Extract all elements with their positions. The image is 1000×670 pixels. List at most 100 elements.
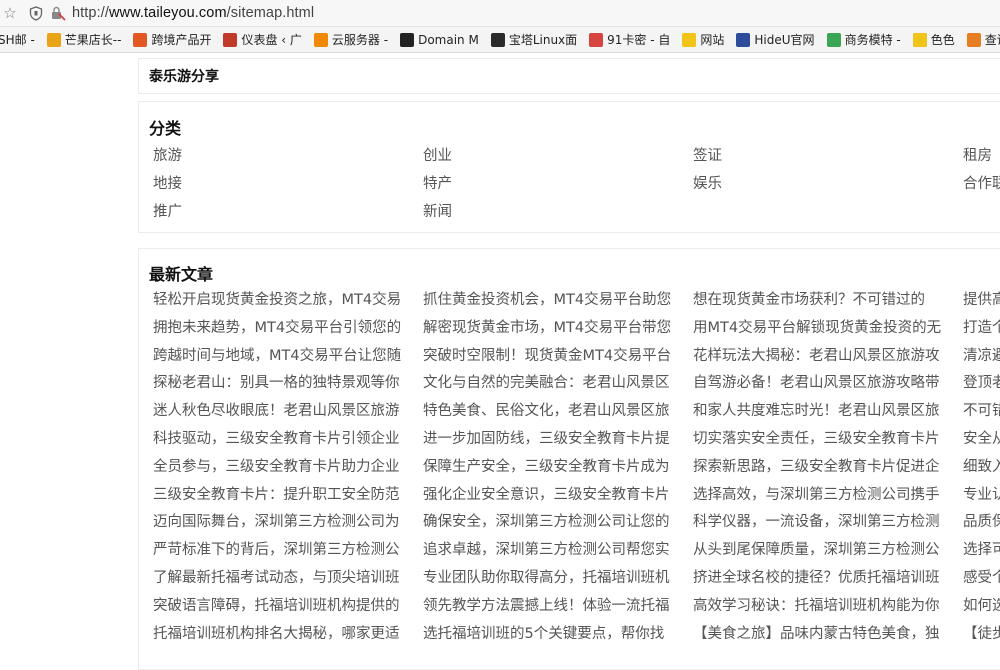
article-link[interactable]: 清凉避 xyxy=(963,345,1000,367)
categories-title: 分类 xyxy=(149,119,182,138)
article-link[interactable]: 不可错 xyxy=(963,400,1000,422)
category-link[interactable]: 签证 xyxy=(693,144,722,165)
article-link[interactable]: 提供高 xyxy=(963,289,1000,311)
bookmark-item[interactable]: 云服务器 - xyxy=(312,27,390,52)
article-link[interactable]: 科技驱动，三级安全教育卡片引领企业 xyxy=(153,428,415,450)
article-link[interactable]: 托福培训班机构排名大揭秘，哪家更适 xyxy=(153,623,415,645)
category-link[interactable]: 合作联 xyxy=(963,172,1000,193)
article-link[interactable]: 三级安全教育卡片：提升职工安全防范 xyxy=(153,484,415,506)
article-link[interactable]: 登顶老 xyxy=(963,372,1000,394)
categories-panel: 分类 旅游 创业 签证 租房地接 特产 娱乐 合作联推广 新闻 xyxy=(138,101,1000,233)
article-link[interactable]: 科学仪器，一流设备，深圳第三方检测 xyxy=(693,511,955,533)
article-link[interactable]: 和家人共度难忘时光！老君山风景区旅 xyxy=(693,400,955,422)
bookmark-item[interactable]: 网站 xyxy=(680,27,726,52)
article-link[interactable]: 自驾游必备！老君山风景区旅游攻略带 xyxy=(693,372,955,394)
category-link[interactable]: 推广 xyxy=(153,200,182,221)
article-link[interactable]: 追求卓越，深圳第三方检测公司帮您实 xyxy=(423,539,685,561)
article-link[interactable]: 专业团队助你取得高分，托福培训班机 xyxy=(423,567,685,589)
article-link[interactable]: 安全从 xyxy=(963,428,1000,450)
site-header: 泰乐游分享 xyxy=(138,58,1000,94)
bookmark-star-icon[interactable]: ☆ xyxy=(2,3,18,23)
bookmark-item[interactable]: 查询域 xyxy=(965,27,1000,52)
article-link[interactable]: 选择高效，与深圳第三方检测公司携手 xyxy=(693,484,955,506)
bookmarks-bar: SH邮 - 芒果店长-- 跨境产品开 仪表盘 ‹ 广 云服务器 - Domain M 宝塔L… xyxy=(0,27,1000,53)
bookmark-item[interactable]: 商务模特 - xyxy=(825,27,903,52)
shield-icon[interactable] xyxy=(28,3,44,23)
bookmark-item[interactable]: 仪表盘 ‹ 广 xyxy=(221,27,303,52)
category-link[interactable]: 创业 xyxy=(423,144,452,165)
bookmark-item[interactable]: 芒果店长-- xyxy=(45,27,124,52)
bookmark-label: 云服务器 - xyxy=(331,33,389,47)
article-link[interactable]: 强化企业安全意识，三级安全教育卡片 xyxy=(423,484,685,506)
article-link[interactable]: 细致入 xyxy=(963,456,1000,478)
bookmark-label: 芒果店长-- xyxy=(64,33,122,47)
article-link[interactable]: 保障生产安全，三级安全教育卡片成为 xyxy=(423,456,685,478)
bookmark-item[interactable]: 宝塔Linux面 xyxy=(489,27,579,52)
article-link[interactable]: 打造个 xyxy=(963,317,1000,339)
article-link[interactable]: 突破时空限制！现货黄金MT4交易平台 xyxy=(423,345,685,367)
bt-icon xyxy=(490,32,505,47)
mango-icon xyxy=(46,32,61,47)
bookmark-item[interactable]: 91卡密 - 自 xyxy=(587,27,672,52)
article-link[interactable]: 跨越时间与地域，MT4交易平台让您随 xyxy=(153,345,415,367)
g-icon xyxy=(400,32,415,47)
article-link[interactable]: 选托福培训班的5个关键要点，帮你找 xyxy=(423,623,685,645)
article-link[interactable]: 品质保 xyxy=(963,511,1000,533)
article-link[interactable]: 进一步加固防线，三级安全教育卡片提 xyxy=(423,428,685,450)
bookmark-item[interactable]: HideU官网 xyxy=(734,27,816,52)
article-link[interactable]: 【徒步 xyxy=(963,623,1000,645)
card-icon xyxy=(589,32,604,47)
article-link[interactable]: 探索新思路，三级安全教育卡片促进企 xyxy=(693,456,955,478)
article-link[interactable]: 【美食之旅】品味内蒙古特色美食，独 xyxy=(693,623,955,645)
article-link[interactable]: 想在现货黄金市场获利？不可错过的 xyxy=(693,289,955,311)
article-link[interactable]: 领先教学方法震撼上线！体验一流托福 xyxy=(423,595,685,617)
article-link[interactable]: 切实落实安全责任，三级安全教育卡片 xyxy=(693,428,955,450)
category-link[interactable]: 租房 xyxy=(963,144,992,165)
article-link[interactable]: 感受个 xyxy=(963,567,1000,589)
article-link[interactable]: 专业认 xyxy=(963,484,1000,506)
article-link[interactable]: 严苛标准下的背后，深圳第三方检测公 xyxy=(153,539,415,561)
article-link[interactable]: 迈向国际舞台，深圳第三方检测公司为 xyxy=(153,511,415,533)
article-link[interactable]: 如何选 xyxy=(963,595,1000,617)
flag-icon xyxy=(133,32,148,47)
article-link[interactable]: 解密现货黄金市场，MT4交易平台带您 xyxy=(423,317,685,339)
bookmark-label: 网站 xyxy=(700,33,725,47)
article-link[interactable]: 了解最新托福考试动态，与顶尖培训班 xyxy=(153,567,415,589)
article-link[interactable]: 选择可 xyxy=(963,539,1000,561)
article-link[interactable]: 特色美食、民俗文化，老君山风景区旅 xyxy=(423,400,685,422)
category-link[interactable]: 旅游 xyxy=(153,144,182,165)
site-title[interactable]: 泰乐游分享 xyxy=(149,66,219,86)
article-link[interactable]: 文化与自然的完美融合：老君山风景区 xyxy=(423,372,685,394)
folder-icon xyxy=(912,32,927,47)
article-link[interactable]: 高效学习秘诀：托福培训班机构能为你 xyxy=(693,595,955,617)
bookmark-item[interactable]: Domain M xyxy=(398,27,481,52)
category-link[interactable]: 特产 xyxy=(423,172,452,193)
h-icon xyxy=(736,32,751,47)
url-prefix: http:// xyxy=(72,5,109,21)
url-host: www.taileyou.com xyxy=(108,5,227,21)
bookmark-item[interactable]: 色色 xyxy=(911,27,957,52)
article-link[interactable]: 突破语言障碍，托福培训班机构提供的 xyxy=(153,595,415,617)
article-link[interactable]: 从头到尾保障质量，深圳第三方检测公 xyxy=(693,539,955,561)
article-link[interactable]: 花样玩法大揭秘：老君山风景区旅游攻 xyxy=(693,345,955,367)
bookmark-item[interactable]: 跨境产品开 xyxy=(131,27,213,52)
bookmark-label: 91卡密 - 自 xyxy=(607,33,671,47)
category-link[interactable]: 地接 xyxy=(153,172,182,193)
category-link[interactable]: 娱乐 xyxy=(693,172,722,193)
article-link[interactable]: 迷人秋色尽收眼底！老君山风景区旅游 xyxy=(153,400,415,422)
article-link[interactable]: 全员参与，三级安全教育卡片助力企业 xyxy=(153,456,415,478)
article-link[interactable]: 抓住黄金投资机会，MT4交易平台助您 xyxy=(423,289,685,311)
url-field[interactable]: http://www.taileyou.com/sitemap.html xyxy=(72,5,314,21)
article-link[interactable]: 轻松开启现货黄金投资之旅，MT4交易 xyxy=(153,289,415,311)
insecure-lock-icon[interactable] xyxy=(50,3,66,23)
article-link[interactable]: 确保安全，深圳第三方检测公司让您的 xyxy=(423,511,685,533)
article-link[interactable]: 拥抱未来趋势，MT4交易平台引领您的 xyxy=(153,317,415,339)
bookmark-item[interactable]: SH邮 - xyxy=(0,27,37,52)
bookmark-label: 查询域 xyxy=(984,33,1000,47)
category-link[interactable]: 新闻 xyxy=(423,200,452,221)
article-link[interactable]: 探秘老君山：别具一格的独特景观等你 xyxy=(153,372,415,394)
article-link[interactable]: 用MT4交易平台解锁现货黄金投资的无 xyxy=(693,317,955,339)
article-link[interactable]: 挤进全球名校的捷径？优质托福培训班 xyxy=(693,567,955,589)
bookmark-label: HideU官网 xyxy=(754,33,815,47)
bookmark-label: SH邮 - xyxy=(0,33,35,47)
